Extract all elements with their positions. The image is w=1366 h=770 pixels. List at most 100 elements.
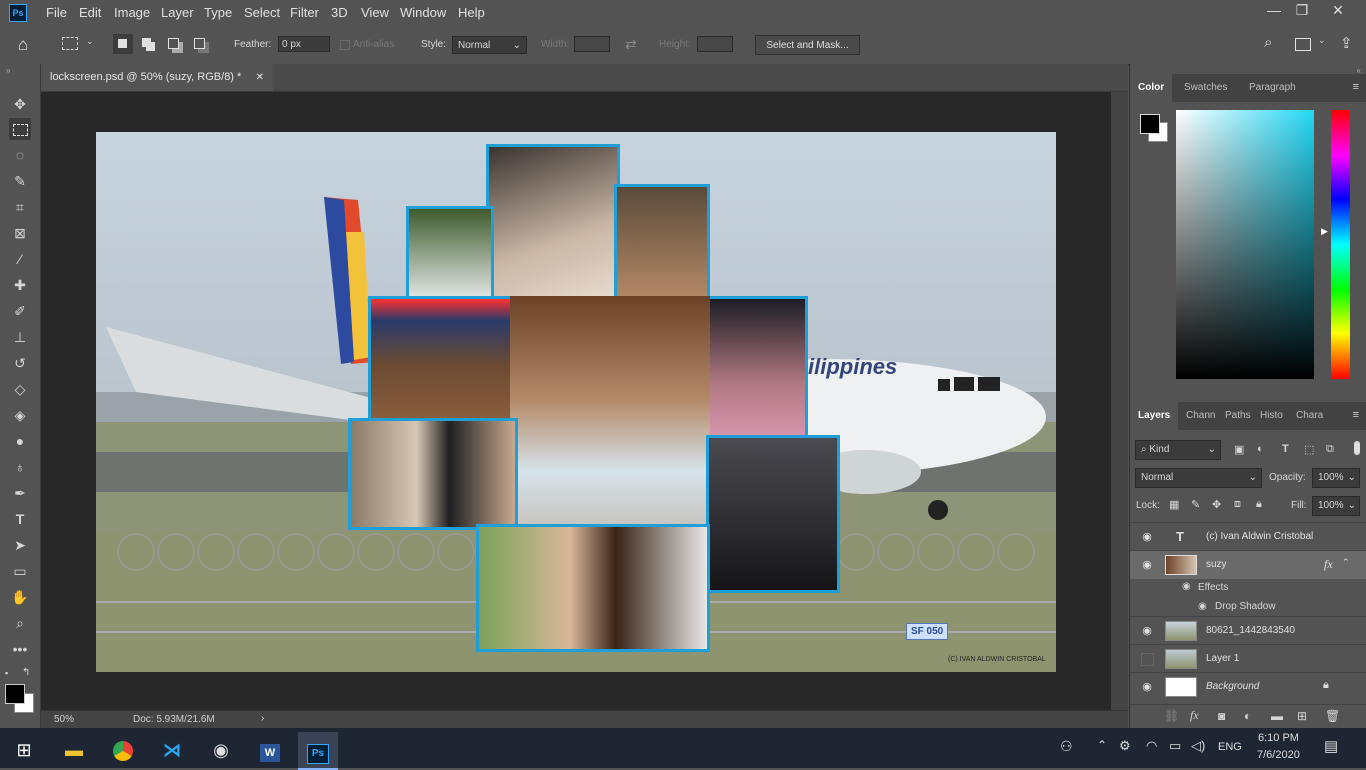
swap-colors-icon[interactable]: ↰ bbox=[22, 667, 30, 678]
filter-toggle[interactable] bbox=[1354, 441, 1360, 455]
eye-icon[interactable]: ◉ bbox=[1141, 681, 1153, 693]
layer-row-background[interactable]: ◉ Background 🔒︎ bbox=[1130, 672, 1366, 701]
link-layers-icon[interactable]: ⛓︎ bbox=[1164, 709, 1179, 723]
brush-tool-icon[interactable]: ✐ bbox=[9, 300, 31, 322]
artboard-image[interactable]: ilippines SF 050 (C) IVAN ALDWIN CRISTOB… bbox=[96, 132, 1056, 672]
filter-shape-icon[interactable]: ⬚ bbox=[1304, 443, 1314, 456]
path-selection-tool-icon[interactable]: ➤ bbox=[9, 534, 31, 556]
lasso-tool-icon[interactable]: ◌ bbox=[9, 144, 31, 166]
frame-tool-icon[interactable]: ⊠ bbox=[9, 222, 31, 244]
fill-input[interactable]: 100% ⌄ bbox=[1312, 496, 1360, 516]
file-explorer-icon[interactable]: ▬ bbox=[54, 732, 94, 768]
search-icon[interactable]: ⌕ bbox=[1264, 34, 1272, 51]
delete-layer-icon[interactable]: 🗑︎ bbox=[1325, 709, 1340, 723]
chevron-down-icon[interactable]: ⌄ bbox=[1318, 35, 1326, 46]
drop-shadow-row[interactable]: ◉ Drop Shadow bbox=[1130, 596, 1366, 616]
crop-tool-icon[interactable]: ⌗ bbox=[9, 196, 31, 218]
style-select[interactable]: Normal ⌄ bbox=[452, 36, 527, 54]
eraser-tool-icon[interactable]: ◇ bbox=[9, 378, 31, 400]
layer-row-text[interactable]: ◉ T (c) Ivan Aldwin Cristobal bbox=[1130, 522, 1366, 551]
tab-color[interactable]: Color bbox=[1130, 74, 1173, 102]
filter-type-icon[interactable]: T bbox=[1282, 443, 1289, 455]
menu-layer[interactable]: Layer bbox=[161, 5, 194, 20]
tab-swatches[interactable]: Swatches bbox=[1176, 74, 1235, 102]
collapse-icon[interactable]: » bbox=[6, 66, 10, 75]
start-icon[interactable]: ⊞ bbox=[4, 732, 44, 768]
swap-arrows-icon[interactable]: ⇄ bbox=[625, 36, 637, 53]
adjustment-layer-icon[interactable]: ◐ bbox=[1244, 709, 1251, 723]
eye-icon[interactable]: ◉ bbox=[1182, 581, 1191, 592]
clock-date[interactable]: 7/6/2020 bbox=[1257, 749, 1300, 761]
color-foreground-swatch[interactable] bbox=[1140, 114, 1160, 134]
add-style-icon[interactable]: fx bbox=[1190, 708, 1199, 723]
panel-menu-icon[interactable]: ≡ bbox=[1353, 409, 1359, 421]
rectangular-marquee-icon[interactable] bbox=[62, 37, 78, 50]
eye-icon[interactable]: ◉ bbox=[1141, 531, 1153, 543]
width-input[interactable] bbox=[574, 36, 610, 52]
layer-kind-filter[interactable]: ⌕ Kind ⌄ bbox=[1135, 440, 1221, 460]
share-icon[interactable]: ⇪ bbox=[1340, 34, 1353, 52]
layer-row-layer1[interactable]: Layer 1 bbox=[1130, 644, 1366, 673]
eye-icon[interactable]: ◉ bbox=[1198, 601, 1207, 612]
eye-icon[interactable]: ◉ bbox=[1141, 559, 1153, 571]
lock-artboard-icon[interactable]: ⧈ bbox=[1234, 498, 1241, 511]
blend-mode-select[interactable]: Normal ⌄ bbox=[1135, 468, 1262, 488]
clock-time[interactable]: 6:10 PM bbox=[1258, 732, 1299, 744]
feather-input[interactable]: 0 px bbox=[278, 36, 330, 52]
menu-select[interactable]: Select bbox=[244, 5, 280, 20]
hue-slider-handle-icon[interactable]: ▶ bbox=[1321, 226, 1328, 237]
foreground-color-swatch[interactable] bbox=[5, 684, 25, 704]
tab-history[interactable]: Histo bbox=[1252, 402, 1291, 430]
media-app-icon[interactable]: ◉ bbox=[201, 732, 241, 768]
language-indicator[interactable]: ENG bbox=[1218, 741, 1242, 753]
volume-icon[interactable]: ◁) bbox=[1191, 738, 1205, 754]
menu-type[interactable]: Type bbox=[204, 5, 232, 20]
chevron-down-icon[interactable]: ⌄ bbox=[86, 36, 94, 47]
document-tab[interactable]: lockscreen.psd @ 50% (suzy, RGB/8) * ✕ bbox=[41, 64, 273, 91]
type-tool-icon[interactable]: T bbox=[9, 508, 31, 530]
tab-layers[interactable]: Layers bbox=[1130, 402, 1179, 430]
rectangle-tool-icon[interactable]: ▭ bbox=[9, 560, 31, 582]
restore-button[interactable]: ❐ bbox=[1290, 2, 1314, 20]
filter-pixel-icon[interactable]: ▣ bbox=[1234, 443, 1244, 456]
minimize-button[interactable]: — bbox=[1262, 2, 1286, 20]
lock-all-icon[interactable]: 🔒︎ bbox=[1256, 498, 1262, 511]
blur-tool-icon[interactable]: ● bbox=[9, 430, 31, 452]
lock-position-icon[interactable]: ✥ bbox=[1212, 498, 1221, 511]
subtract-selection-icon[interactable] bbox=[168, 38, 179, 49]
zoom-tool-icon[interactable]: ⌕ bbox=[9, 612, 31, 634]
photoshop-taskbar-icon[interactable]: Ps bbox=[298, 732, 338, 770]
tray-expand-icon[interactable]: ⌃ bbox=[1097, 738, 1107, 752]
vertical-scrollbar[interactable] bbox=[1111, 92, 1128, 710]
menu-help[interactable]: Help bbox=[458, 5, 485, 20]
add-mask-icon[interactable]: ◙ bbox=[1218, 709, 1225, 723]
steam-icon[interactable]: ⚙ bbox=[1119, 738, 1131, 754]
word-icon[interactable]: W bbox=[250, 732, 290, 768]
close-button[interactable]: ✕ bbox=[1326, 2, 1350, 20]
menu-edit[interactable]: Edit bbox=[79, 5, 101, 20]
more-tools-icon[interactable]: ••• bbox=[9, 638, 31, 660]
battery-icon[interactable]: ▭ bbox=[1169, 738, 1181, 754]
healing-brush-tool-icon[interactable]: ✚ bbox=[9, 274, 31, 296]
clone-stamp-tool-icon[interactable]: ⊥ bbox=[9, 326, 31, 348]
eye-icon[interactable]: ◉ bbox=[1141, 625, 1153, 637]
wifi-icon[interactable]: ◠ bbox=[1146, 738, 1157, 754]
height-input[interactable] bbox=[697, 36, 733, 52]
hand-tool-icon[interactable]: ✋ bbox=[9, 586, 31, 608]
tab-character[interactable]: Chara bbox=[1288, 402, 1331, 430]
workspace-icon[interactable] bbox=[1295, 38, 1311, 51]
menu-filter[interactable]: Filter bbox=[290, 5, 319, 20]
filter-smart-object-icon[interactable]: ⧉ bbox=[1326, 443, 1334, 456]
layer-row-photo[interactable]: ◉ 80621_1442843540 bbox=[1130, 616, 1366, 645]
history-brush-tool-icon[interactable]: ↺ bbox=[9, 352, 31, 374]
vscode-icon[interactable]: ⋊ bbox=[152, 732, 192, 768]
layer-effects-row[interactable]: ◉ Effects bbox=[1130, 578, 1366, 598]
hue-slider[interactable] bbox=[1331, 110, 1350, 379]
quick-select-tool-icon[interactable]: ✎ bbox=[9, 170, 31, 192]
menu-window[interactable]: Window bbox=[400, 5, 446, 20]
new-selection-icon[interactable] bbox=[113, 34, 133, 54]
intersect-selection-icon[interactable] bbox=[194, 38, 205, 49]
zoom-level[interactable]: 50% bbox=[54, 714, 74, 725]
home-icon[interactable]: ⌂ bbox=[18, 35, 28, 55]
new-group-icon[interactable]: ▬ bbox=[1271, 709, 1283, 723]
